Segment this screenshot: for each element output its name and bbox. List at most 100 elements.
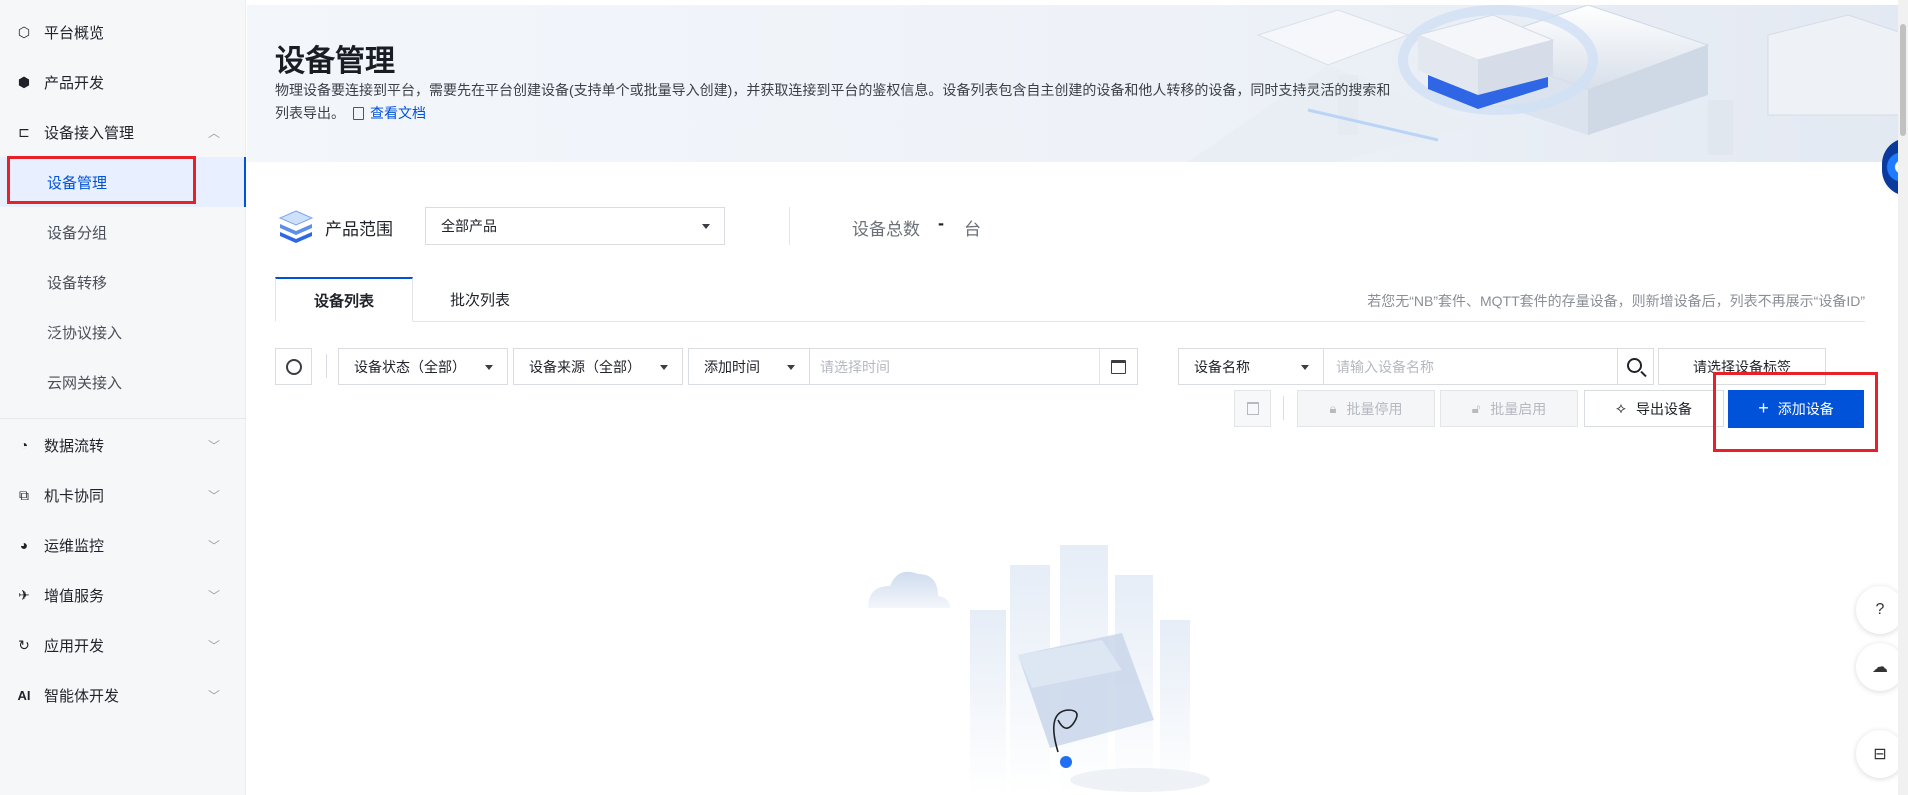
caret-down-icon <box>1301 364 1309 370</box>
chevron-down-icon: ﹀ <box>207 638 220 653</box>
caret-down-icon <box>485 364 493 370</box>
cube-icon: ⬢ <box>17 73 31 90</box>
product-stack-icon <box>278 210 314 243</box>
sidebar-item-device-access[interactable]: ⊏ 设备接入管理 ︿ <box>0 107 246 157</box>
sidebar-item-card-sync[interactable]: ⧉ 机卡协同 ﹀ <box>0 470 246 520</box>
chevron-down-icon: ﹀ <box>207 588 220 603</box>
sidebar-item-monitor[interactable]: ◕ 运维监控 ﹀ <box>0 520 246 570</box>
product-scope-label: 产品范围 <box>325 220 393 239</box>
sidebar-item-overview[interactable]: ⬡ 平台概览 <box>0 7 246 57</box>
product-scope-value: 全部产品 <box>441 218 497 234</box>
view-docs-link[interactable]: 查看文档 <box>353 105 426 121</box>
caret-down-icon <box>660 364 668 370</box>
highlight-box-device-management <box>7 156 196 204</box>
device-total-value: - <box>938 213 944 233</box>
export-icon: ⟡ <box>1616 400 1626 417</box>
refresh-icon <box>285 358 302 375</box>
chevron-down-icon: ﹀ <box>207 538 220 553</box>
sidebar-item-label: 产品开发 <box>44 74 105 92</box>
sidebar-sub-label: 设备转移 <box>47 274 108 292</box>
card-sync-icon: ⧉ <box>19 486 29 503</box>
chevron-down-icon: ﹀ <box>207 488 220 503</box>
sidebar-item-label: 数据流转 <box>44 437 105 455</box>
time-range-input[interactable]: 请选择时间 <box>810 348 1138 385</box>
data-flow-icon: ◔ <box>19 437 29 453</box>
tab-batch-list[interactable]: 批次列表 <box>420 277 540 322</box>
document-icon <box>353 107 364 120</box>
monitor-icon: ◕ <box>19 537 29 553</box>
time-placeholder: 请选择时间 <box>820 358 890 375</box>
view-docs-label: 查看文档 <box>370 105 426 121</box>
device-source-filter[interactable]: 设备来源（全部） <box>513 348 683 385</box>
sidebar-item-label: 智能体开发 <box>44 687 120 705</box>
app-dev-icon: ↻ <box>18 636 30 653</box>
cloud-service-icon[interactable]: ☁ <box>1856 643 1904 691</box>
scrollbar-thumb[interactable] <box>1900 24 1906 136</box>
overview-icon: ⬡ <box>17 23 31 40</box>
batch-enable-button[interactable]: 🔓︎ 批量启用 <box>1440 390 1578 427</box>
chevron-down-icon: ﹀ <box>207 438 220 453</box>
sidebar-sub-device-group[interactable]: 设备分组 <box>0 207 246 257</box>
device-source-value: 设备来源（全部） <box>529 358 641 375</box>
name-field-select[interactable]: 设备名称 <box>1178 348 1324 385</box>
tab-device-list[interactable]: 设备列表 <box>275 277 413 322</box>
device-status-value: 设备状态（全部） <box>354 358 466 375</box>
device-access-icon: ⊏ <box>18 123 30 140</box>
scope-divider <box>789 207 790 245</box>
page-description: 物理设备要连接到平台，需要先在平台创建设备(支持单个或批量导入创建)，并获取连接… <box>275 79 1395 125</box>
sidebar-item-data-flow[interactable]: ◔ 数据流转 ﹀ <box>0 420 246 470</box>
device-total-unit: 台 <box>964 220 981 239</box>
unlock-icon: 🔓︎ <box>1471 400 1481 416</box>
ai-icon: AI <box>17 687 31 703</box>
sidebar-sub-label: 云网关接入 <box>47 374 123 392</box>
filter-separator <box>326 354 327 378</box>
panel-toggle-icon[interactable]: ⊟ <box>1856 730 1904 778</box>
caret-down-icon <box>702 224 710 229</box>
sidebar-item-label: 应用开发 <box>44 637 105 655</box>
device-status-filter[interactable]: 设备状态（全部） <box>338 348 508 385</box>
tab-note: 若您无“NB”套件、MQTT套件的存量设备，则新增设备后，列表不再展示“设备ID… <box>1367 293 1865 309</box>
export-device-button[interactable]: ⟡ 导出设备 <box>1584 390 1724 427</box>
time-field-value: 添加时间 <box>704 358 760 375</box>
value-service-icon: ✈ <box>18 586 30 603</box>
batch-enable-label: 批量启用 <box>1490 400 1547 417</box>
sidebar-sub-generic-protocol[interactable]: 泛协议接入 <box>0 307 246 357</box>
page-title: 设备管理 <box>275 45 395 78</box>
sidebar-item-app-dev[interactable]: ↻ 应用开发 ﹀ <box>0 620 246 670</box>
export-label: 导出设备 <box>1635 400 1692 417</box>
delete-button[interactable] <box>1234 390 1271 427</box>
chevron-up-icon: ︿ <box>207 125 220 140</box>
sidebar-divider <box>0 418 246 419</box>
calendar-icon[interactable] <box>1099 349 1137 384</box>
search-button[interactable] <box>1617 348 1654 385</box>
chevron-down-icon: ﹀ <box>207 688 220 703</box>
sidebar-item-label: 设备接入管理 <box>44 124 135 142</box>
sidebar: ⬡ 平台概览 ⬢ 产品开发 ⊏ 设备接入管理 ︿ 设备管理 设备分组 设备转移 … <box>0 0 246 795</box>
batch-disable-button[interactable]: 🔒︎ 批量停用 <box>1297 390 1435 427</box>
refresh-button[interactable] <box>275 348 312 385</box>
page-description-text: 物理设备要连接到平台，需要先在平台创建设备(支持单个或批量导入创建)，并获取连接… <box>275 82 1391 121</box>
sidebar-sub-cloud-gateway[interactable]: 云网关接入 <box>0 357 246 407</box>
sidebar-item-label: 机卡协同 <box>44 487 105 505</box>
caret-down-icon <box>787 364 795 370</box>
device-name-placeholder: 请输入设备名称 <box>1336 358 1434 375</box>
help-icon[interactable]: ? <box>1856 586 1904 634</box>
sidebar-item-product-dev[interactable]: ⬢ 产品开发 <box>0 57 246 107</box>
sidebar-item-label: 平台概览 <box>44 24 105 42</box>
device-name-input[interactable]: 请输入设备名称 <box>1324 348 1618 385</box>
empty-state-illustration <box>868 545 1210 795</box>
trash-icon <box>1246 402 1259 415</box>
lock-icon: 🔒︎ <box>1329 400 1337 416</box>
sidebar-item-value-service[interactable]: ✈ 增值服务 ﹀ <box>0 570 246 620</box>
product-scope-select[interactable]: 全部产品 <box>425 207 725 245</box>
sidebar-item-ai-dev[interactable]: AI 智能体开发 ﹀ <box>0 670 246 720</box>
highlight-box-add-device <box>1713 372 1878 452</box>
sidebar-sub-device-transfer[interactable]: 设备转移 <box>0 257 246 307</box>
sidebar-item-label: 运维监控 <box>44 537 105 555</box>
action-separator <box>1283 396 1284 420</box>
time-field-select[interactable]: 添加时间 <box>688 348 810 385</box>
sidebar-item-label: 增值服务 <box>44 587 105 605</box>
search-icon <box>1626 357 1642 373</box>
device-total-label: 设备总数 <box>852 220 920 239</box>
sidebar-sub-label: 泛协议接入 <box>47 324 123 342</box>
